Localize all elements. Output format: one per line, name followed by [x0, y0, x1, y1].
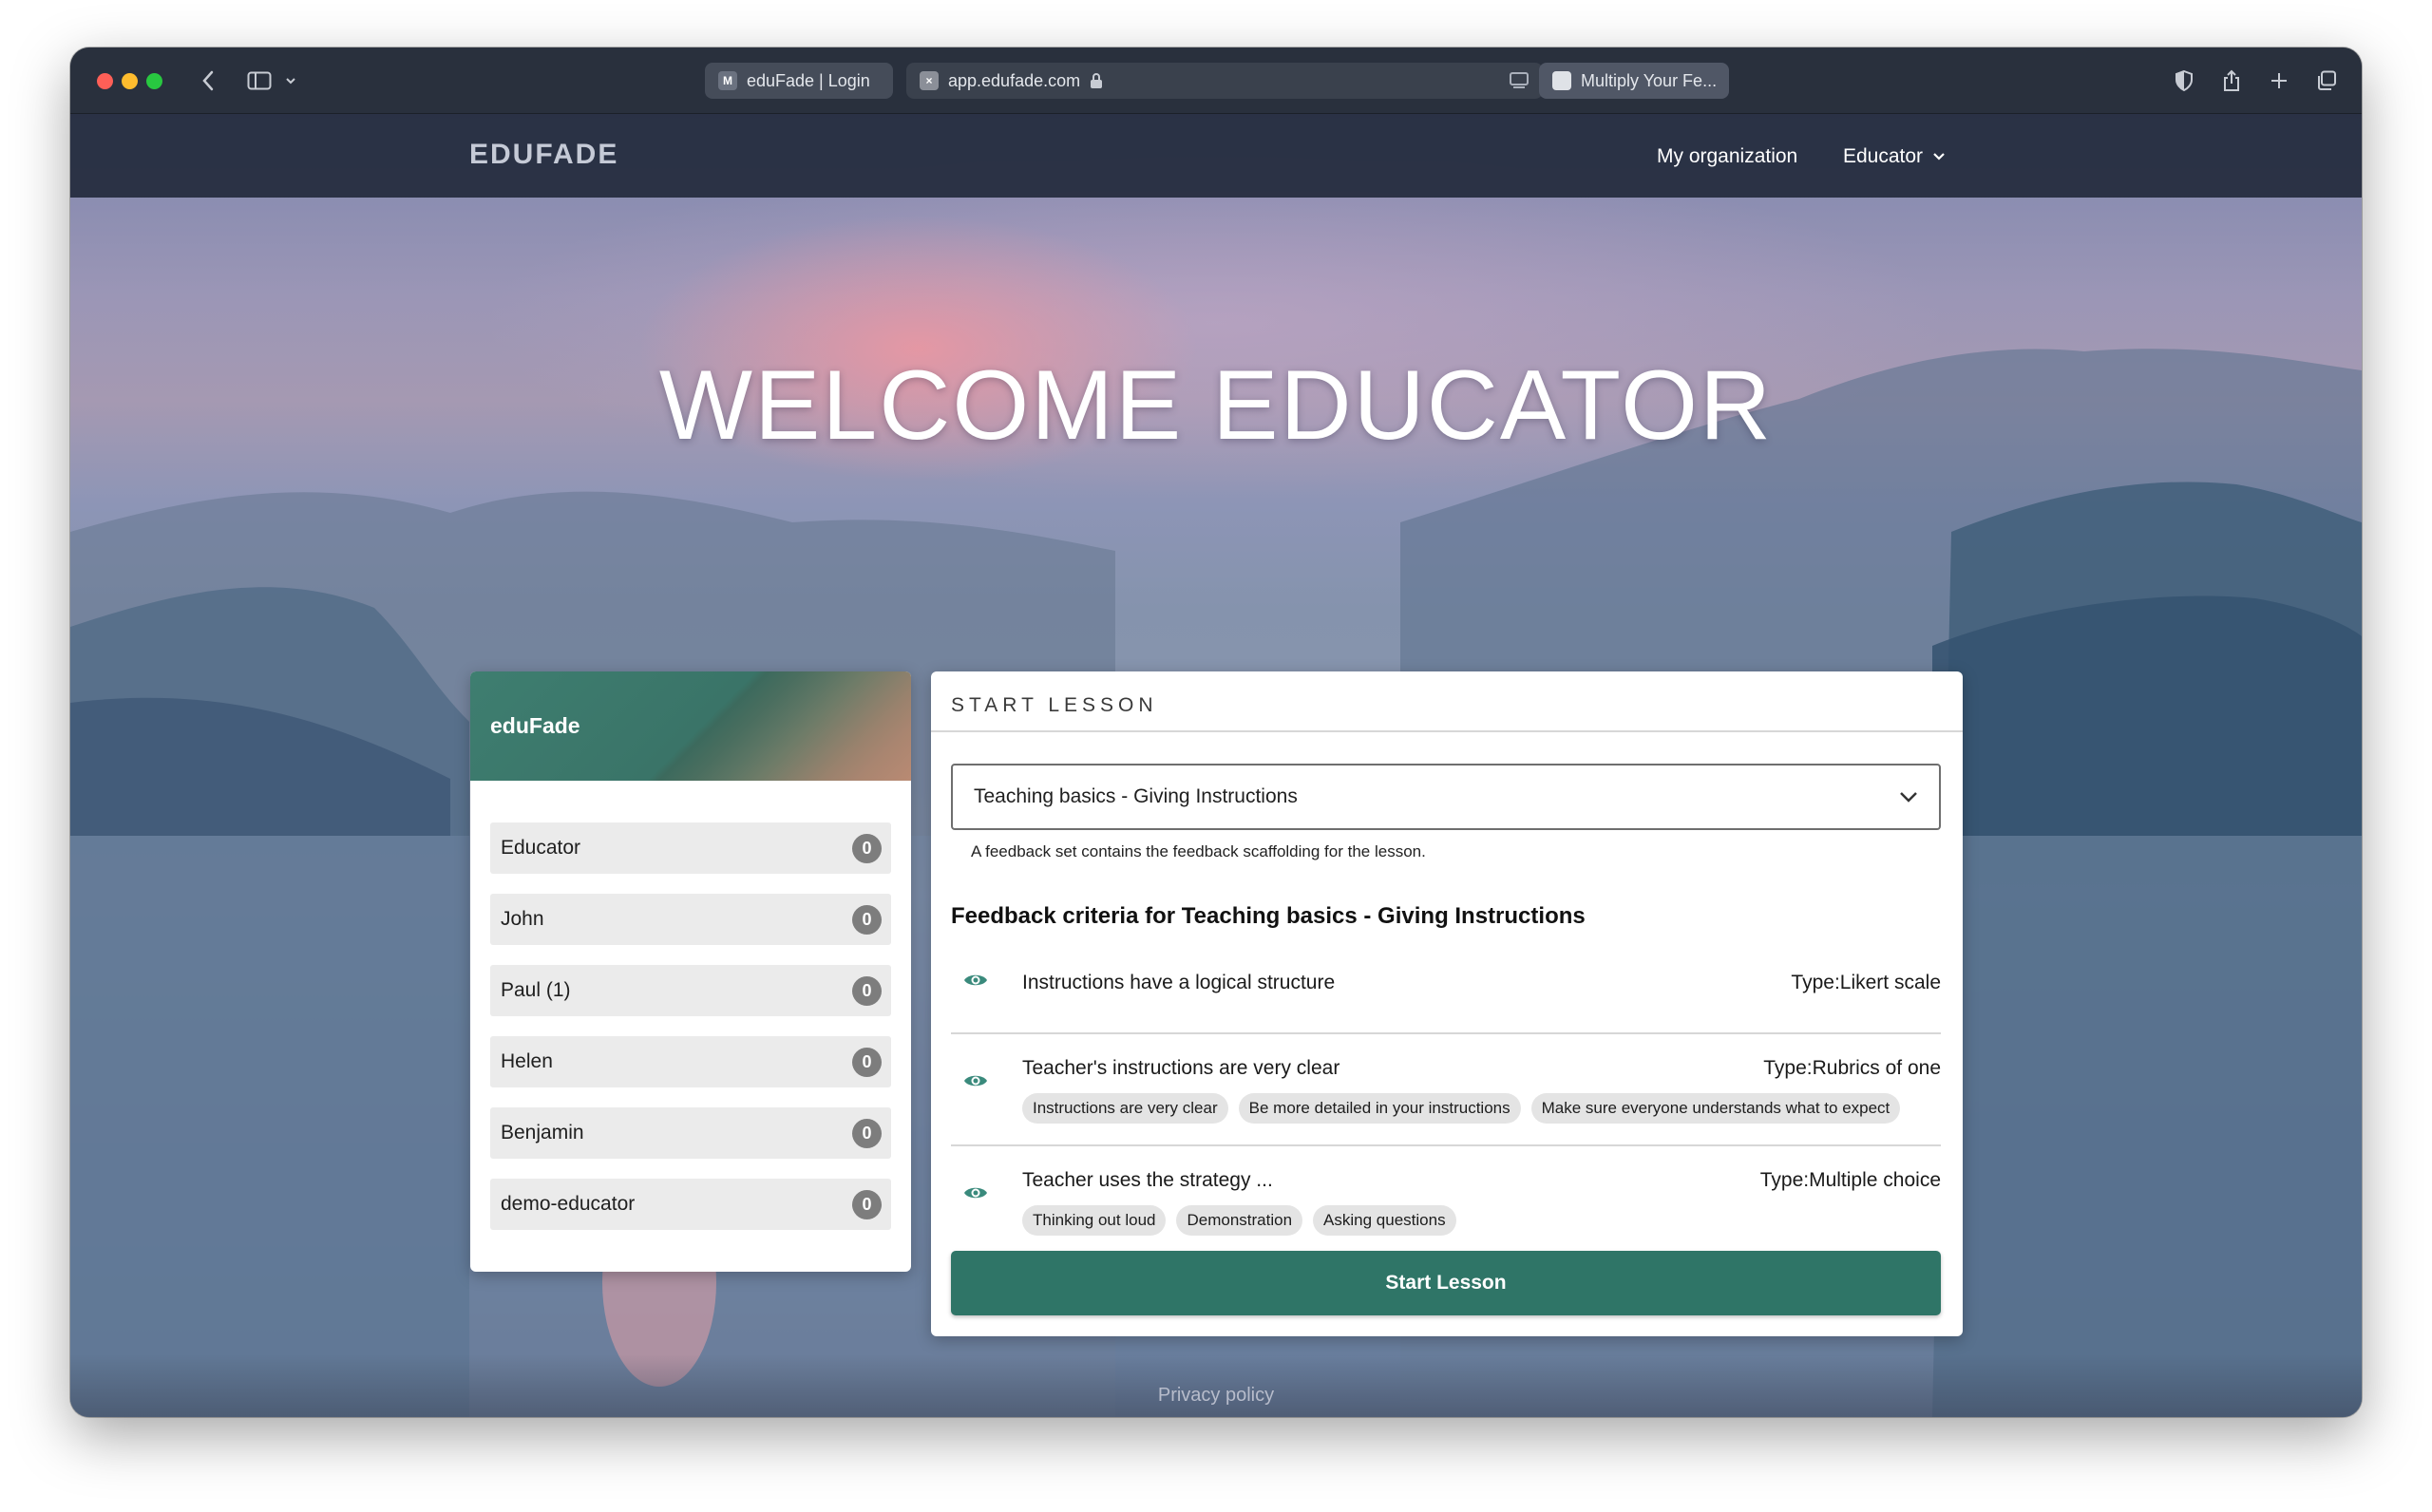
- start-lesson-card: START LESSON Teaching basics - Giving In…: [931, 671, 1963, 1336]
- user-menu[interactable]: Educator: [1843, 145, 1946, 168]
- team-card: eduFade Educator 0 John 0 Paul (1) 0 Hel…: [470, 671, 911, 1272]
- minimize-window-button[interactable]: [122, 73, 138, 89]
- tab-login[interactable]: M eduFade | Login: [705, 63, 893, 99]
- chevron-down-icon: [1900, 792, 1917, 803]
- chip: Be more detailed in your instructions: [1238, 1093, 1521, 1124]
- criterion-row: Instructions have a logical structure Ty…: [951, 951, 1941, 1034]
- chip-list: Instructions are very clear Be more deta…: [1022, 1093, 1901, 1124]
- my-organization-link[interactable]: My organization: [1657, 145, 1797, 168]
- tab-favicon: [1552, 71, 1571, 90]
- member-name: demo-educator: [501, 1193, 636, 1215]
- list-item[interactable]: Paul (1) 0: [490, 965, 891, 1016]
- chevron-down-icon[interactable]: [283, 63, 298, 99]
- chip: Asking questions: [1313, 1205, 1456, 1236]
- tab-favicon: ×: [920, 71, 939, 90]
- team-title: eduFade: [490, 713, 580, 738]
- eye-icon[interactable]: [963, 1184, 988, 1201]
- feedback-set-select[interactable]: Teaching basics - Giving Instructions: [951, 764, 1941, 830]
- count-badge: 0: [852, 904, 882, 935]
- criterion-type: Type:Multiple choice: [1759, 1169, 1941, 1191]
- selected-feedback-set: Teaching basics - Giving Instructions: [974, 785, 1298, 807]
- tab-favicon: M: [718, 71, 737, 90]
- count-badge: 0: [852, 1189, 882, 1219]
- tab-title: Multiply Your Fe...: [1581, 70, 1718, 90]
- criterion-row: Teacher's instructions are very clear Ty…: [951, 1034, 1941, 1146]
- chip-list: Thinking out loud Demonstration Asking q…: [1022, 1205, 1456, 1236]
- criterion-type: Type:Likert scale: [1791, 972, 1941, 993]
- reader-icon[interactable]: [1509, 71, 1530, 90]
- sidebar-icon[interactable]: [245, 63, 274, 99]
- user-menu-label: Educator: [1843, 145, 1924, 167]
- address-bar[interactable]: × app.edufade.com: [906, 63, 1543, 99]
- tab-multiply[interactable]: Multiply Your Fe...: [1539, 63, 1729, 99]
- count-badge: 0: [852, 1118, 882, 1148]
- list-item[interactable]: Helen 0: [490, 1036, 891, 1087]
- tab-title: eduFade | Login: [747, 70, 870, 90]
- team-card-header: eduFade: [470, 671, 911, 781]
- page-title: WELCOME EDUCATOR: [658, 350, 1774, 461]
- browser-toolbar: M eduFade | Login × app.edufade.com Mult…: [70, 47, 2362, 114]
- member-list: Educator 0 John 0 Paul (1) 0 Helen 0 Ben…: [470, 781, 911, 1230]
- member-name: John: [501, 908, 544, 930]
- list-item[interactable]: demo-educator 0: [490, 1179, 891, 1230]
- privacy-policy-link[interactable]: Privacy policy: [70, 1385, 2362, 1407]
- count-badge: 0: [852, 1047, 882, 1077]
- chip: Demonstration: [1176, 1205, 1303, 1236]
- chevron-down-icon: [1933, 153, 1945, 161]
- chip: Thinking out loud: [1022, 1205, 1167, 1236]
- count-badge: 0: [852, 833, 882, 863]
- member-name: Educator: [501, 837, 581, 859]
- helper-text: A feedback set contains the feedback sca…: [971, 842, 1426, 860]
- eye-icon[interactable]: [963, 1072, 988, 1089]
- member-name: Benjamin: [501, 1122, 584, 1143]
- list-item[interactable]: Educator 0: [490, 822, 891, 874]
- start-lesson-button[interactable]: Start Lesson: [951, 1251, 1941, 1315]
- criterion-title: Teacher uses the strategy ...: [1022, 1169, 1273, 1191]
- chip: Instructions are very clear: [1022, 1093, 1228, 1124]
- lock-icon: [1091, 73, 1103, 88]
- new-tab-icon[interactable]: [2265, 63, 2293, 99]
- top-navigation: EDUFADE My organization Educator: [70, 114, 2362, 198]
- shield-icon[interactable]: [2170, 63, 2198, 99]
- tab-overview-icon[interactable]: [2312, 63, 2341, 99]
- criterion-type: Type:Rubrics of one: [1763, 1057, 1941, 1079]
- criterion-row: Teacher uses the strategy ... Type:Multi…: [951, 1146, 1941, 1238]
- chip: Make sure everyone understands what to e…: [1530, 1093, 1901, 1124]
- share-icon[interactable]: [2217, 63, 2246, 99]
- zoom-window-button[interactable]: [146, 73, 162, 89]
- eye-icon[interactable]: [963, 972, 988, 989]
- card-header: START LESSON: [931, 671, 1963, 732]
- list-item[interactable]: John 0: [490, 894, 891, 945]
- close-window-button[interactable]: [97, 73, 113, 89]
- page-background: EDUFADE My organization Educator WELCOME…: [70, 114, 2362, 1417]
- browser-window: M eduFade | Login × app.edufade.com Mult…: [70, 47, 2362, 1417]
- count-badge: 0: [852, 975, 882, 1006]
- url-text: app.edufade.com: [948, 70, 1081, 90]
- list-item[interactable]: Benjamin 0: [490, 1107, 891, 1159]
- criterion-title: Teacher's instructions are very clear: [1022, 1057, 1340, 1079]
- back-icon[interactable]: [194, 63, 222, 99]
- criteria-heading: Feedback criteria for Teaching basics - …: [951, 903, 1586, 929]
- app-logo[interactable]: EDUFADE: [469, 139, 618, 171]
- criterion-title: Instructions have a logical structure: [1022, 972, 1336, 993]
- member-name: Helen: [501, 1050, 553, 1072]
- member-name: Paul (1): [501, 979, 571, 1001]
